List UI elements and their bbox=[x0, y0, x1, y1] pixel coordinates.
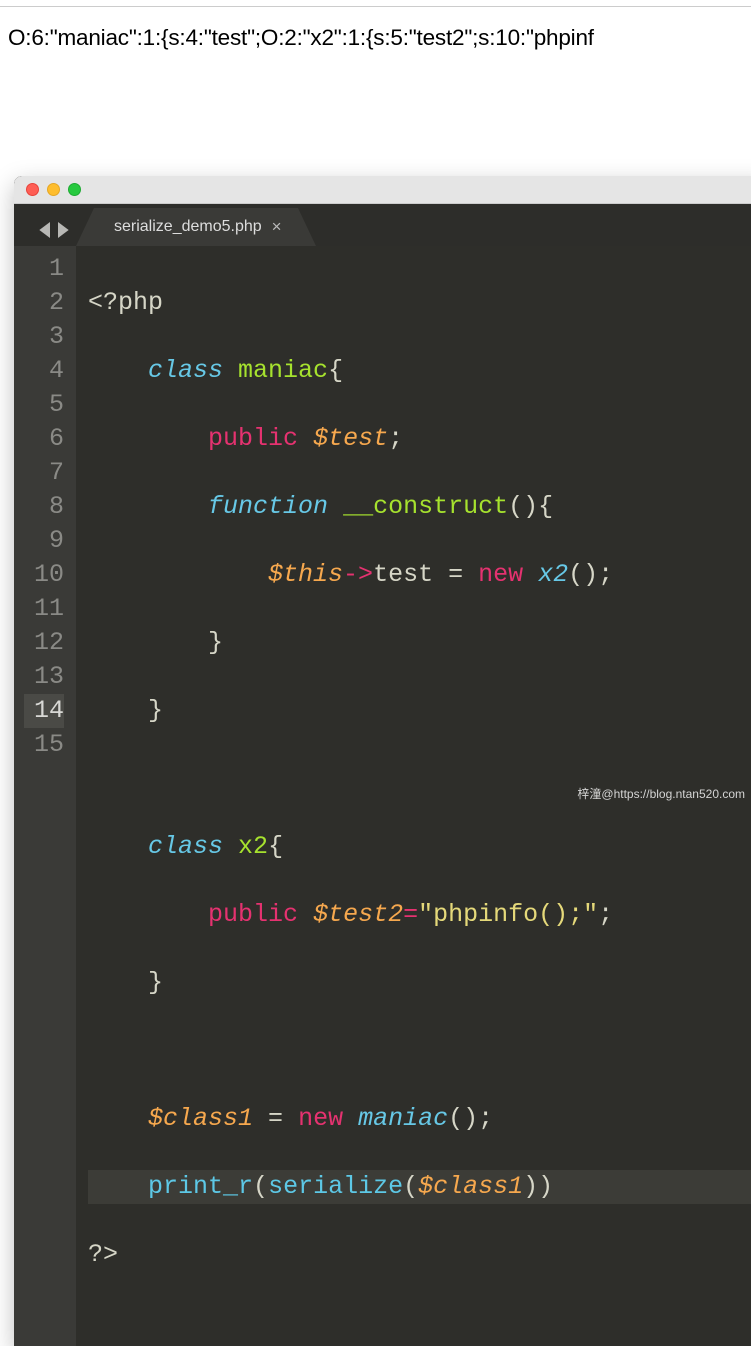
tab-bar: serialize_demo5.php × bbox=[14, 204, 751, 246]
arrow-right-icon[interactable] bbox=[55, 222, 69, 238]
serialized-output: O:6:"maniac":1:{s:4:"test";O:2:"x2":1:{s… bbox=[0, 7, 751, 69]
editor-window: serialize_demo5.php × 1 2 3 4 5 6 7 8 9 … bbox=[14, 176, 751, 1346]
code-line: } bbox=[88, 966, 751, 1000]
code-line: class x2{ bbox=[88, 830, 751, 864]
code-line: } bbox=[88, 626, 751, 660]
code-line: $class1 = new maniac(); bbox=[88, 1102, 751, 1136]
code-line bbox=[88, 1034, 751, 1068]
code-line: } bbox=[88, 694, 751, 728]
minimize-icon[interactable] bbox=[47, 183, 60, 196]
close-icon[interactable] bbox=[26, 183, 39, 196]
arrow-left-icon[interactable] bbox=[39, 222, 53, 238]
code-line: function __construct(){ bbox=[88, 490, 751, 524]
maximize-icon[interactable] bbox=[68, 183, 81, 196]
code-line: $this->test = new x2(); bbox=[88, 558, 751, 592]
tab-filename: serialize_demo5.php bbox=[114, 218, 262, 236]
watermark: 梓潼@https://blog.ntan520.com bbox=[577, 785, 745, 802]
line-gutter: 1 2 3 4 5 6 7 8 9 10 11 12 13 14 15 bbox=[14, 246, 76, 1346]
code-line: public $test; bbox=[88, 422, 751, 456]
code-line: class maniac{ bbox=[88, 354, 751, 388]
code-line: ?> bbox=[88, 1238, 751, 1272]
tab-close-icon[interactable]: × bbox=[272, 217, 282, 237]
code-line: print_r(serialize($class1)) bbox=[88, 1170, 751, 1204]
window-titlebar bbox=[14, 176, 751, 204]
code-line: <?php bbox=[88, 286, 751, 320]
code-line: public $test2="phpinfo();"; bbox=[88, 898, 751, 932]
file-tab[interactable]: serialize_demo5.php × bbox=[94, 208, 298, 246]
